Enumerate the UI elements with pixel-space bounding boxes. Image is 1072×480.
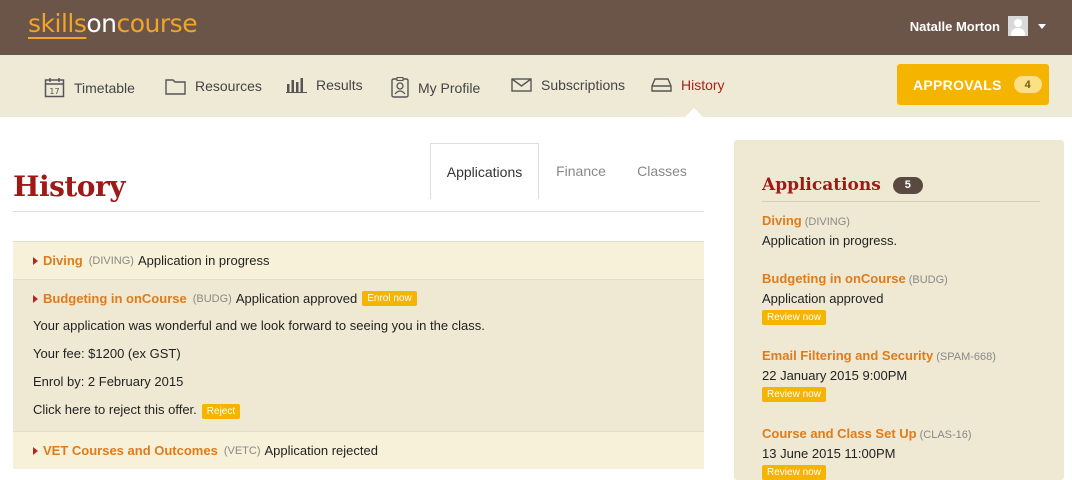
application-code: (BUDG) <box>192 292 232 305</box>
application-name[interactable]: VET Courses and Outcomes <box>43 443 218 458</box>
sidebar-title-text: Applications <box>762 175 881 195</box>
chevron-down-icon[interactable] <box>1038 23 1046 29</box>
tab-applications[interactable]: Applications <box>430 143 539 199</box>
user-menu[interactable]: Natalle Morton <box>910 16 1046 36</box>
divider <box>13 211 704 212</box>
approvals-count-badge: 4 <box>1013 76 1042 93</box>
envelope-icon <box>511 78 532 92</box>
application-message: Your application was wonderful and we lo… <box>33 318 485 333</box>
application-name[interactable]: Diving <box>43 253 83 268</box>
sidebar-application-item: Course and Class Set Up (CLAS-16) 13 June… <box>762 426 972 480</box>
nav-item-my-profile[interactable]: My Profile <box>391 77 480 98</box>
sidebar-application-code: (SPAM-668) <box>936 351 996 363</box>
sidebar-title: Applications 5 <box>762 175 923 195</box>
applications-sidebar: Applications 5 Diving (DIVING) Applicatio… <box>734 140 1064 480</box>
nav-label: Results <box>316 77 363 93</box>
list-item[interactable]: Diving (DIVING) Application in progress <box>13 241 704 279</box>
top-bar: skillsoncourse Natalle Morton <box>0 0 1072 55</box>
sidebar-application-desc: Application approved <box>762 291 884 306</box>
nav-item-results[interactable]: Results <box>286 77 363 93</box>
nav-item-subscriptions[interactable]: Subscriptions <box>511 77 625 93</box>
application-status: Application approved <box>235 291 358 306</box>
active-nav-pointer <box>684 108 704 118</box>
sidebar-count-badge: 5 <box>892 176 923 194</box>
tab-finance[interactable]: Finance <box>539 143 623 199</box>
reject-text: Click here to reject this offer. <box>33 402 197 417</box>
list-item[interactable]: VET Courses and Outcomes (VETC) Applicat… <box>13 431 704 469</box>
logo-text-on: on <box>86 9 117 38</box>
nav-item-resources[interactable]: Resources <box>165 77 262 95</box>
page-title: History <box>13 170 126 203</box>
sidebar-application-item: Email Filtering and Security (SPAM-668) 2… <box>762 348 996 402</box>
application-status: Application in progress <box>137 253 270 268</box>
nav-label: Resources <box>195 78 262 94</box>
application-status: Application rejected <box>264 443 378 458</box>
expand-arrow-icon[interactable] <box>33 256 38 265</box>
sidebar-application-item: Budgeting in onCourse (BUDG) Application … <box>762 271 948 325</box>
svg-text:17: 17 <box>49 87 59 96</box>
logo[interactable]: skillsoncourse <box>28 9 198 38</box>
folder-icon <box>165 79 186 95</box>
bar-chart-icon <box>286 78 307 93</box>
profile-icon <box>391 77 409 98</box>
application-code: (VETC) <box>223 444 261 457</box>
nav-label: Subscriptions <box>541 77 626 93</box>
calendar-icon: 17 <box>44 78 65 98</box>
sidebar-application-code: (CLAS-16) <box>919 429 972 441</box>
review-now-button[interactable]: Review now <box>762 465 826 480</box>
review-now-button[interactable]: Review now <box>762 387 826 402</box>
sidebar-application-item: Diving (DIVING) Application in progress. <box>762 213 897 248</box>
approvals-label: APPROVALS <box>913 76 1002 93</box>
nav-item-history[interactable]: History <box>651 77 725 93</box>
divider <box>762 201 1040 202</box>
nav-label: My Profile <box>418 79 481 96</box>
sidebar-application-code: (DIVING) <box>804 216 850 228</box>
history-tabs: Applications Finance Classes <box>430 143 701 199</box>
approvals-button[interactable]: APPROVALS 4 <box>897 64 1049 105</box>
reject-button[interactable]: Reject <box>201 404 241 419</box>
sidebar-application-name[interactable]: Email Filtering and Security <box>762 348 933 363</box>
main-nav: 17 Timetable Resources Results My Profil… <box>0 55 1072 118</box>
applications-list: Diving (DIVING) Application in progress … <box>13 241 704 469</box>
application-code: (DIVING) <box>88 254 134 267</box>
sidebar-application-desc: 22 January 2015 9:00PM <box>762 368 908 383</box>
sidebar-application-name[interactable]: Budgeting in onCourse <box>762 271 906 286</box>
nav-label: Timetable <box>74 79 135 96</box>
user-name: Natalle Morton <box>909 18 1000 34</box>
avatar <box>1008 16 1028 36</box>
enrol-now-button[interactable]: Enrol now <box>362 291 417 306</box>
expand-arrow-icon[interactable] <box>33 446 38 455</box>
tab-classes[interactable]: Classes <box>623 143 701 199</box>
logo-text-course: course <box>116 9 198 38</box>
expand-arrow-icon[interactable] <box>33 294 38 303</box>
logo-text-skills: skills <box>28 9 87 38</box>
application-fee: Your fee: $1200 (ex GST) <box>33 346 181 361</box>
reject-line: Click here to reject this offer. Reject <box>33 401 684 420</box>
nav-label: History <box>681 77 725 93</box>
sidebar-application-name[interactable]: Course and Class Set Up <box>762 426 917 441</box>
inbox-icon <box>651 78 672 92</box>
review-now-button[interactable]: Review now <box>762 310 826 325</box>
nav-item-timetable[interactable]: 17 Timetable <box>44 77 135 98</box>
sidebar-application-name[interactable]: Diving <box>762 213 802 228</box>
sidebar-application-desc: 13 June 2015 11:00PM <box>762 446 896 461</box>
application-name[interactable]: Budgeting in onCourse <box>43 291 187 306</box>
application-detail: Your application was wonderful and we lo… <box>33 317 684 420</box>
application-enrol-by: Enrol by: 2 February 2015 <box>33 374 184 389</box>
sidebar-application-code: (BUDG) <box>908 274 948 286</box>
list-item[interactable]: Budgeting in onCourse (BUDG) Application… <box>13 279 704 431</box>
sidebar-application-desc: Application in progress. <box>762 233 898 248</box>
